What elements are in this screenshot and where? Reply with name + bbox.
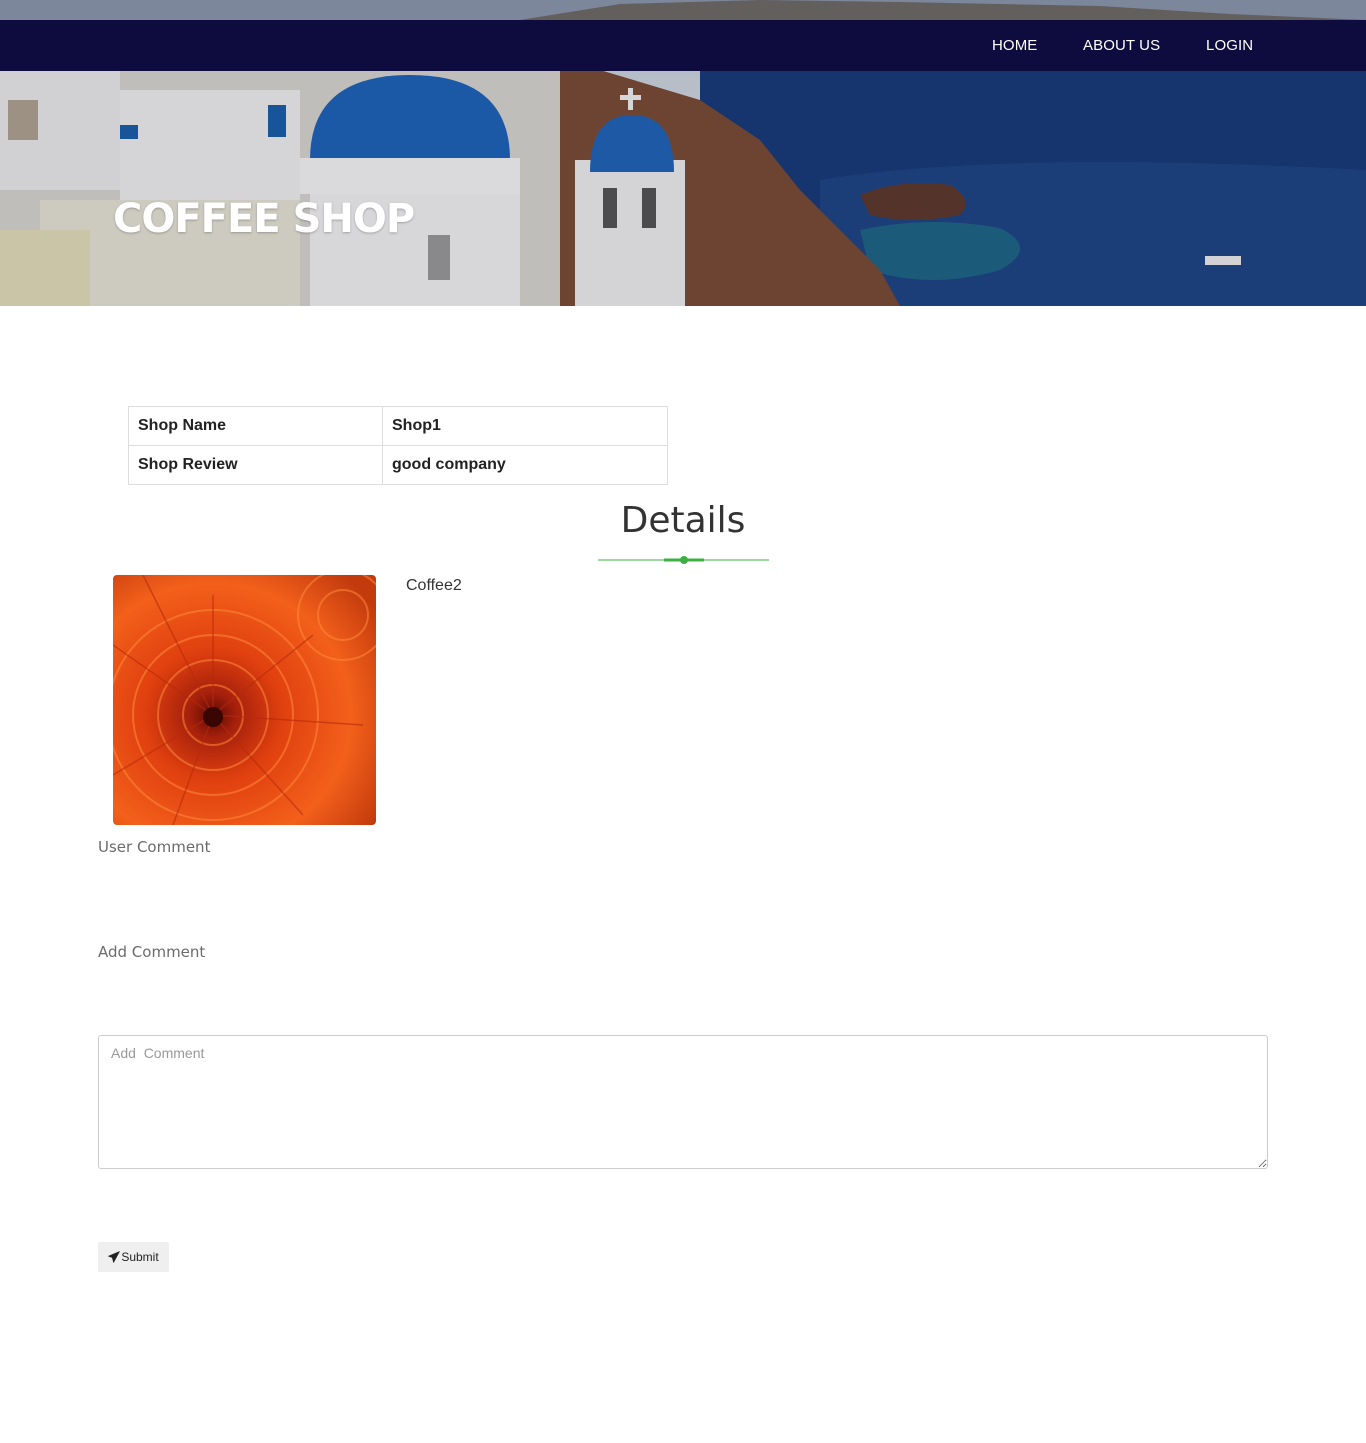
table-row: Shop Name Shop1	[128, 406, 668, 446]
nav-home-link[interactable]: HOME	[992, 20, 1037, 71]
shop-review-value: good company	[382, 445, 668, 485]
heading-divider	[598, 556, 769, 564]
table-row: Shop Review good company	[128, 445, 668, 485]
nav-about-us-link[interactable]: ABOUT US	[1083, 20, 1160, 71]
add-comment-label: Add Comment	[98, 943, 206, 961]
top-navbar: HOME ABOUT US LOGIN	[0, 20, 1366, 71]
submit-button[interactable]: Submit	[98, 1242, 169, 1272]
shop-info-table: Shop Name Shop1 Shop Review good company	[128, 406, 668, 485]
paper-plane-icon	[108, 1251, 121, 1263]
comment-input[interactable]	[98, 1035, 1268, 1169]
shop-name-label: Shop Name	[128, 406, 383, 446]
shop-review-label: Shop Review	[128, 445, 383, 485]
page-title: COFFEE SHOP	[113, 196, 415, 242]
details-heading: Details	[620, 500, 746, 541]
product-name: Coffee2	[406, 577, 462, 594]
submit-label: Submit	[121, 1250, 159, 1264]
user-comment-label: User Comment	[98, 838, 211, 856]
product-image	[113, 575, 376, 825]
shop-name-value: Shop1	[382, 406, 668, 446]
hero-banner: HOME ABOUT US LOGIN COFFEE SHOP	[0, 0, 1366, 306]
flower-image	[113, 575, 376, 825]
nav-login-link[interactable]: LOGIN	[1206, 20, 1253, 71]
